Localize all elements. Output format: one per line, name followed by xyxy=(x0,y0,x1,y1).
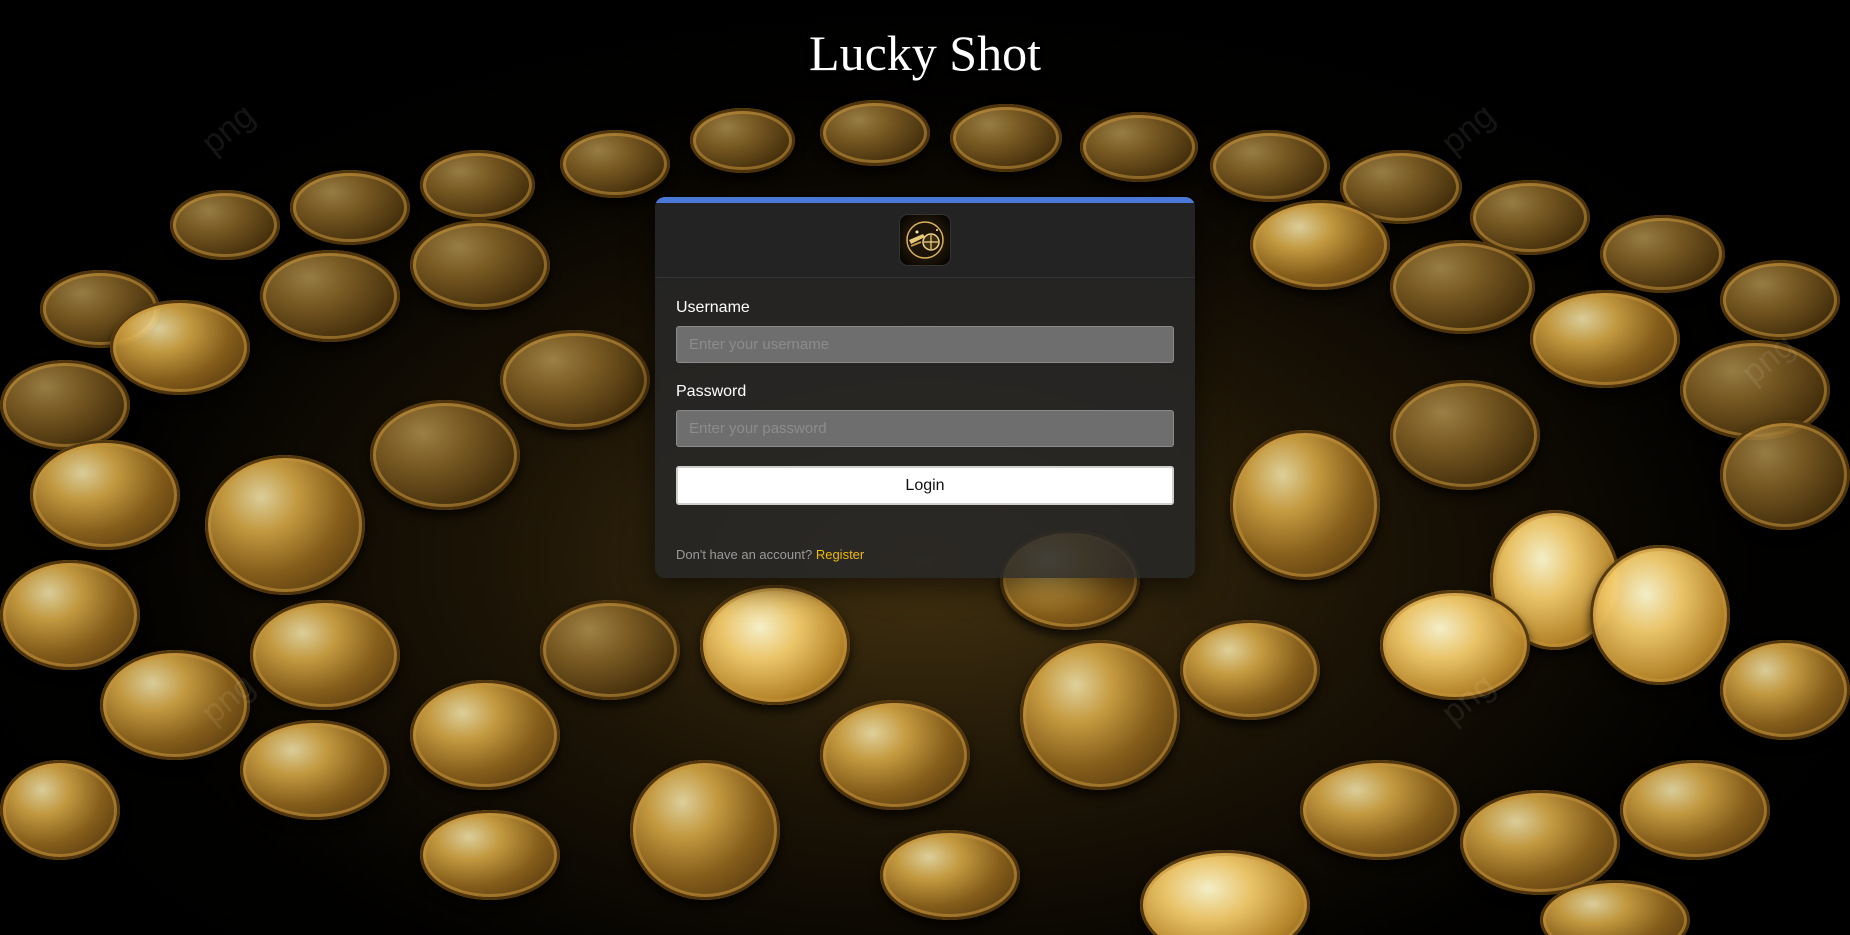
card-header xyxy=(655,203,1195,278)
login-form: Username Password Login xyxy=(655,278,1195,505)
username-label: Username xyxy=(676,299,750,316)
lucky-shot-logo-icon xyxy=(900,215,950,265)
login-button[interactable]: Login xyxy=(676,466,1174,505)
register-link[interactable]: Register xyxy=(816,547,864,562)
no-account-text: Don't have an account? xyxy=(676,547,813,562)
password-label: Password xyxy=(676,383,747,400)
register-prompt: Don't have an account? Register xyxy=(676,547,864,562)
page-title: Lucky Shot xyxy=(809,25,1041,81)
password-input[interactable] xyxy=(676,410,1174,447)
login-card: Username Password Login Don't have an ac… xyxy=(655,197,1195,578)
username-input[interactable] xyxy=(676,326,1174,363)
